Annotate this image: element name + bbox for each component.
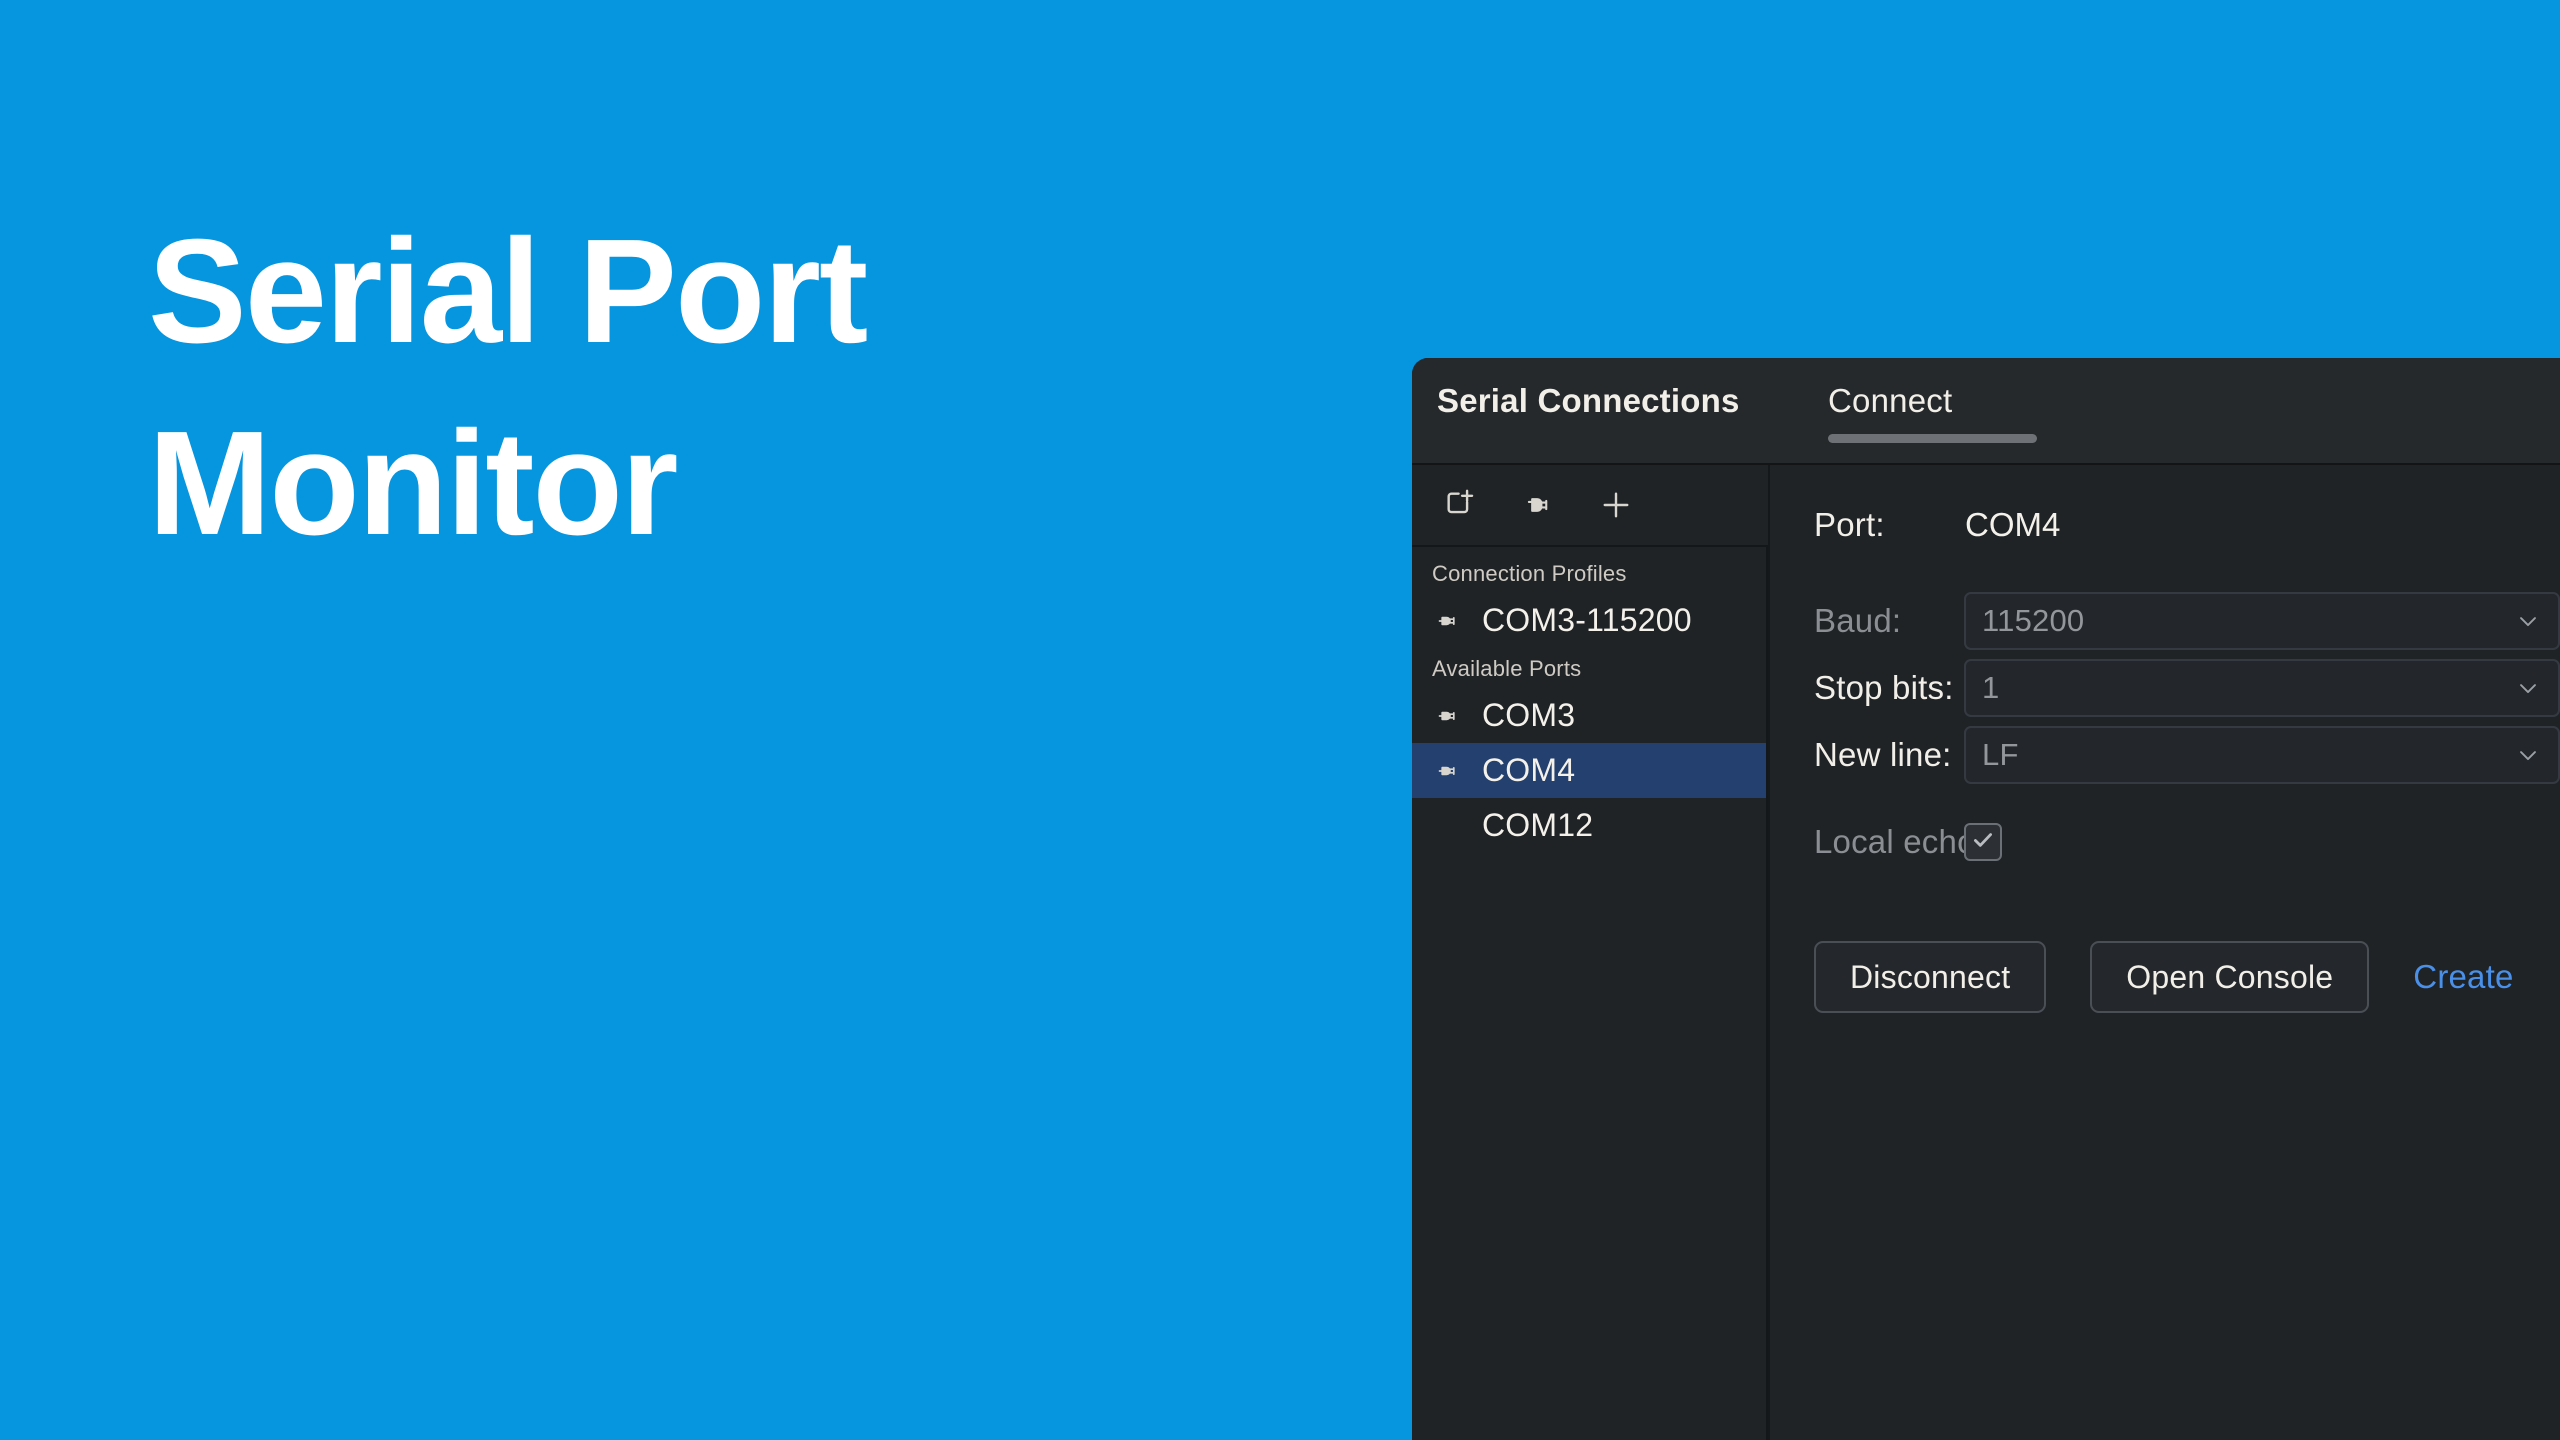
- list-item-com3[interactable]: COM3: [1412, 688, 1766, 743]
- window-header: Serial Connections Connect: [1412, 358, 2560, 465]
- chevron-down-icon: [2514, 674, 2542, 702]
- list-item-label: COM3-115200: [1482, 602, 1692, 638]
- group-label-connection-profiles: Connection Profiles: [1432, 561, 1627, 586]
- form-row-new-line: New line: LF: [1814, 721, 2560, 788]
- list-item-com4[interactable]: COM4: [1412, 743, 1766, 798]
- chevron-down-icon: [2514, 741, 2542, 769]
- new-line-label: New line:: [1814, 735, 1952, 773]
- open-console-button[interactable]: Open Console: [2090, 941, 2370, 1013]
- serial-plug-icon[interactable]: [1516, 483, 1560, 527]
- check-icon: [1970, 827, 1996, 858]
- list-item-label: COM12: [1482, 807, 1594, 843]
- local-echo-label: Local echo:: [1814, 823, 1985, 860]
- stop-bits-value: 1: [1982, 669, 2000, 705]
- list-item-com12[interactable]: COM12: [1412, 798, 1766, 853]
- serial-connections-window: Serial Connections Connect Connection Pr…: [1412, 358, 2560, 1440]
- list-item-label: COM4: [1482, 752, 1576, 788]
- new-line-value: LF: [1982, 736, 2019, 772]
- form-row-stop-bits: Stop bits: 1: [1814, 654, 2560, 721]
- baud-label: Baud:: [1814, 601, 1902, 639]
- connect-form: Port: COM4 Baud: 115200 Stop bits: 1 New…: [1770, 465, 2560, 1440]
- form-row-baud: Baud: 115200: [1814, 587, 2560, 654]
- new-connection-icon[interactable]: [1438, 483, 1482, 527]
- create-profile-link[interactable]: Create: [2413, 958, 2513, 996]
- list-item-label: COM3: [1482, 697, 1576, 733]
- port-value: COM4: [1965, 505, 2061, 543]
- form-row-local-echo: Local echo:: [1814, 815, 2560, 869]
- list-item-com3-115200[interactable]: COM3-115200: [1412, 593, 1766, 648]
- group-label-available-ports: Available Ports: [1432, 656, 1582, 681]
- sidebar-toolbar: [1412, 465, 1768, 545]
- serial-plug-icon: [1432, 702, 1470, 730]
- baud-value: 115200: [1982, 602, 2085, 638]
- plus-icon[interactable]: [1594, 483, 1638, 527]
- port-label: Port:: [1814, 505, 1885, 543]
- new-line-select[interactable]: LF: [1964, 725, 2560, 784]
- window-body: Connection Profiles COM3-115200 Availabl…: [1412, 465, 2560, 1440]
- serial-plug-icon: [1432, 757, 1470, 785]
- stop-bits-label: Stop bits:: [1814, 668, 1954, 706]
- window-title: Serial Connections: [1437, 382, 1740, 419]
- local-echo-checkbox[interactable]: [1964, 823, 2002, 861]
- port-list: Connection Profiles COM3-115200 Availabl…: [1412, 545, 1768, 1440]
- stop-bits-select[interactable]: 1: [1964, 658, 2560, 717]
- sidebar: Connection Profiles COM3-115200 Availabl…: [1412, 465, 1770, 1440]
- chevron-down-icon: [2514, 607, 2542, 635]
- tab-connect[interactable]: Connect: [1828, 382, 1952, 420]
- screen-root: Serial Port Monitor Serial Connections C…: [0, 0, 2560, 1440]
- baud-select[interactable]: 115200: [1964, 591, 2560, 650]
- action-buttons: Disconnect Open Console Create: [1814, 941, 2560, 1013]
- page-title: Serial Port Monitor: [148, 209, 868, 566]
- form-row-port: Port: COM4: [1814, 491, 2560, 558]
- disconnect-button[interactable]: Disconnect: [1814, 941, 2047, 1013]
- tab-active-indicator: [1828, 434, 2037, 443]
- serial-plug-icon: [1432, 607, 1470, 635]
